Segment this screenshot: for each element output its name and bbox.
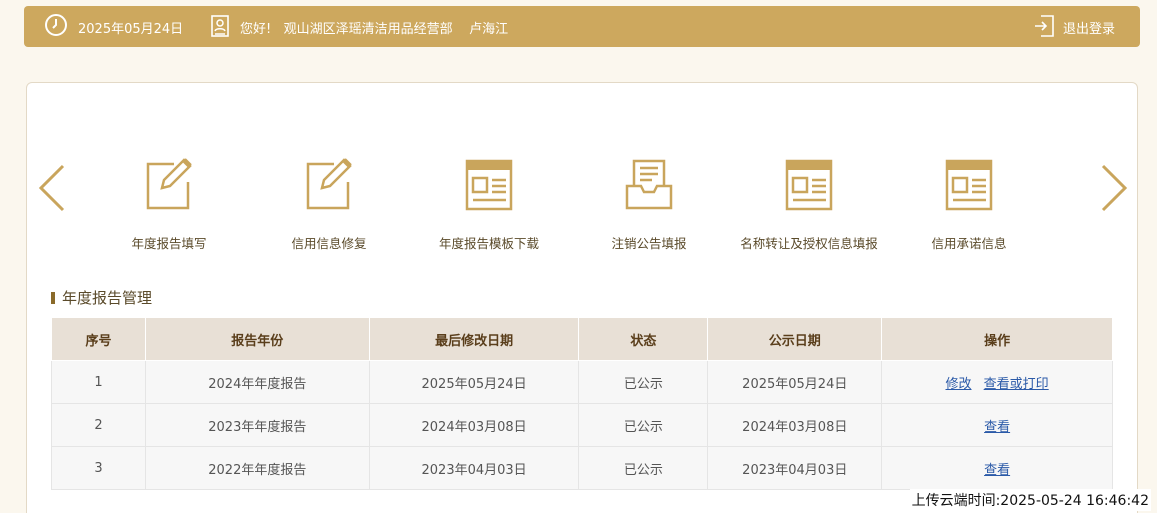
cell-status: 已公示 (578, 403, 709, 447)
cell-published: 2023年04月03日 (707, 446, 883, 490)
annual-report-table: 序号 报告年份 最后修改日期 状态 公示日期 操作 1 2024年年度报告 20… (51, 317, 1113, 490)
chevron-right-icon[interactable] (1099, 163, 1129, 217)
header-status: 状态 (578, 317, 709, 361)
cell-year: 2023年年度报告 (144, 403, 370, 447)
header-actions: 操作 (881, 317, 1113, 361)
person-name: 卢海江 (469, 22, 509, 37)
logout-button[interactable]: 退出登录 (1063, 18, 1115, 37)
greeting-text: 您好! (240, 22, 272, 37)
cell-published: 2025年05月24日 (707, 360, 883, 404)
shortcut-cancellation-notice[interactable]: 注销公告填报 (569, 155, 729, 252)
cell-published: 2024年03月08日 (707, 403, 883, 447)
shortcut-name-transfer[interactable]: 名称转让及授权信息填报 (729, 155, 889, 252)
cell-no: 1 (51, 360, 146, 404)
shortcut-annual-report-fill[interactable]: 年度报告填写 (89, 155, 249, 252)
header-no: 序号 (51, 317, 146, 361)
shortcut-credit-commitment[interactable]: 信用承诺信息 (889, 155, 1049, 252)
header-modified: 最后修改日期 (368, 317, 580, 361)
upload-time: 上传云端时间:2025-05-24 16:46:42 (909, 489, 1151, 511)
clock-icon (44, 13, 68, 37)
table-row: 2 2023年年度报告 2024年03月08日 已公示 2024年03月08日 … (51, 403, 1113, 447)
inbox-document-icon (569, 155, 729, 215)
cell-year: 2022年年度报告 (144, 446, 370, 490)
template-icon (889, 155, 1049, 215)
template-icon (729, 155, 889, 215)
greeting: 您好! 观山湖区泽瑶清洁用品经营部 卢海江 (240, 18, 508, 37)
template-icon (409, 155, 569, 215)
cell-actions: 查看 (881, 403, 1113, 447)
section-title: 年度报告管理 (51, 287, 152, 308)
current-date: 2025年05月24日 (78, 22, 184, 37)
view-link[interactable]: 查看 (984, 463, 1010, 478)
cell-no: 3 (51, 446, 146, 490)
header-year: 报告年份 (144, 317, 370, 361)
cell-modified: 2025年05月24日 (368, 360, 580, 404)
edit-link[interactable]: 修改 (946, 377, 972, 392)
logout-icon[interactable] (1033, 14, 1055, 38)
cell-actions: 修改 查看或打印 (881, 360, 1113, 404)
table-row: 3 2022年年度报告 2023年04月03日 已公示 2023年04月03日 … (51, 446, 1113, 490)
cell-status: 已公示 (578, 360, 709, 404)
main-panel: 年度报告填写 信用信息修复 年度报告模板下载 注销公告填报 名称转让及授权信息填… (26, 82, 1138, 513)
section-marker (51, 291, 55, 304)
chevron-left-icon[interactable] (37, 163, 67, 217)
edit-document-icon (89, 155, 249, 215)
edit-document-icon (249, 155, 409, 215)
cell-year: 2024年年度报告 (144, 360, 370, 404)
view-link[interactable]: 查看 (984, 420, 1010, 435)
shortcut-credit-repair[interactable]: 信用信息修复 (249, 155, 409, 252)
company-name: 观山湖区泽瑶清洁用品经营部 (283, 22, 453, 37)
cell-no: 2 (51, 403, 146, 447)
cell-status: 已公示 (578, 446, 709, 490)
cell-modified: 2024年03月08日 (368, 403, 580, 447)
cell-actions: 查看 (881, 446, 1113, 490)
table-row: 1 2024年年度报告 2025年05月24日 已公示 2025年05月24日 … (51, 360, 1113, 404)
shortcut-template-download[interactable]: 年度报告模板下载 (409, 155, 569, 252)
user-card-icon (210, 14, 230, 38)
table-header-row: 序号 报告年份 最后修改日期 状态 公示日期 操作 (51, 317, 1113, 361)
cell-modified: 2023年04月03日 (368, 446, 580, 490)
view-print-link[interactable]: 查看或打印 (984, 377, 1049, 392)
top-bar: 2025年05月24日 您好! 观山湖区泽瑶清洁用品经营部 卢海江 退出登录 (24, 6, 1140, 47)
header-published: 公示日期 (707, 317, 883, 361)
